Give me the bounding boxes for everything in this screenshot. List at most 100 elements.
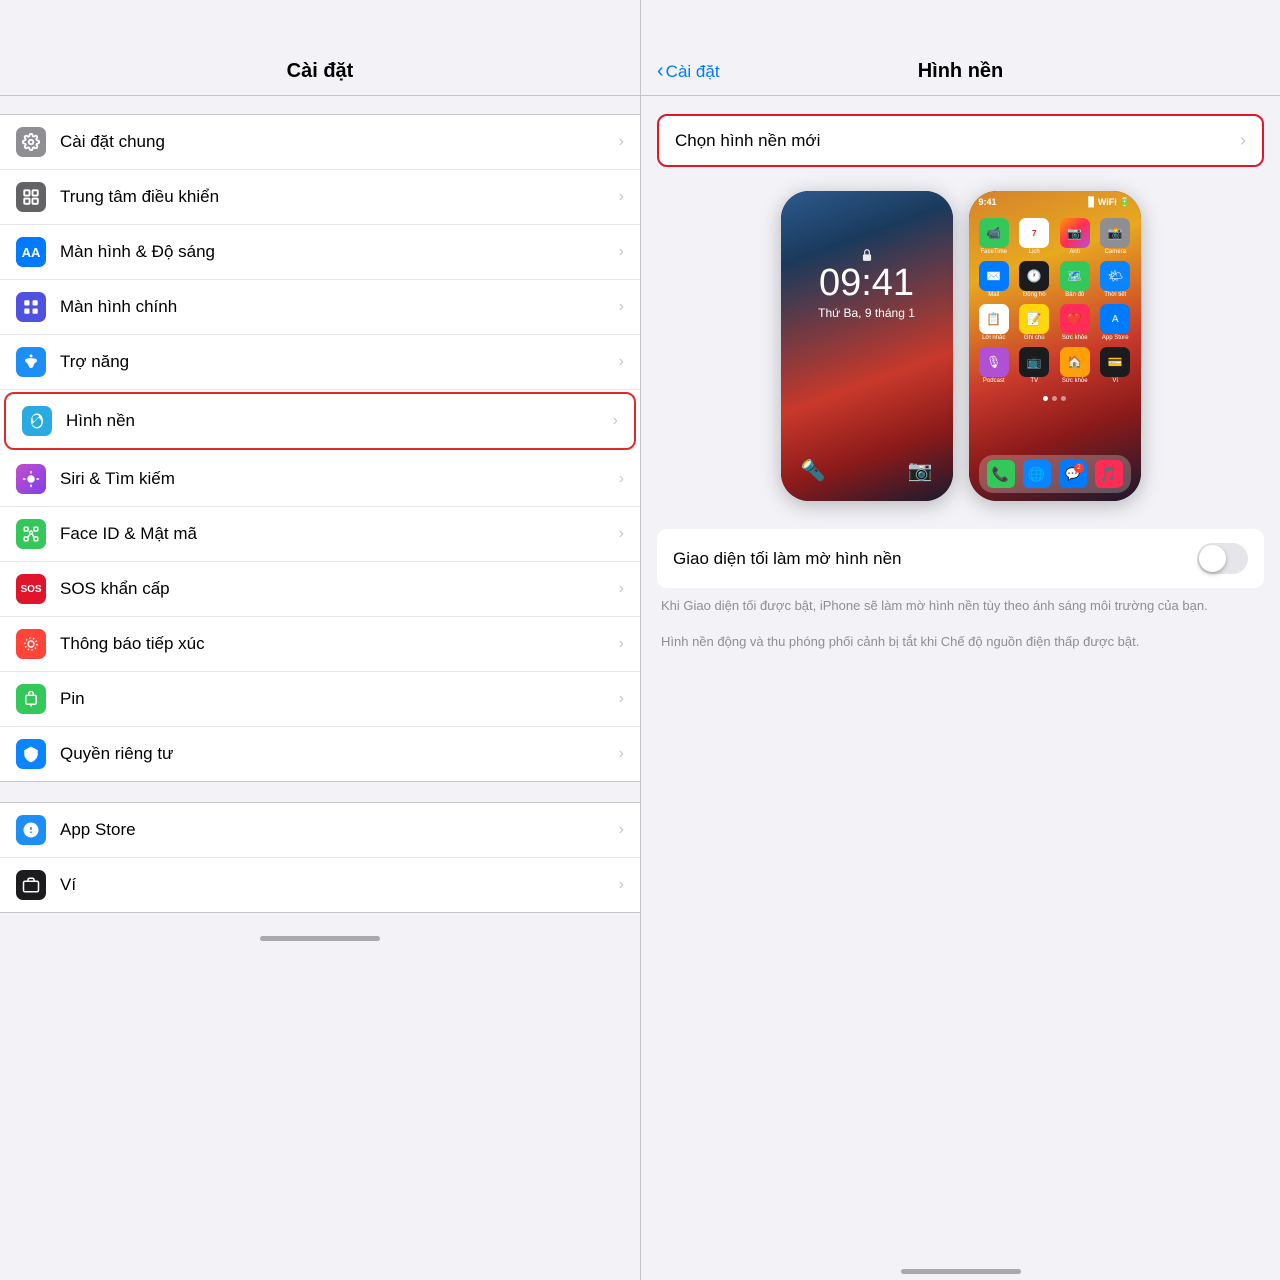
settings-item-tro-nang[interactable]: Trợ năng › — [0, 335, 640, 390]
chevron-app-store: › — [619, 821, 624, 839]
right-content: Chọn hình nền mới › 09:41 Thứ Ba, 9 thán… — [641, 96, 1280, 1246]
app-icon-tv: 📺 — [1019, 347, 1049, 377]
settings-group-1: Cài đặt chung › Trung tâm điều khiển › A… — [0, 114, 640, 782]
dot-3 — [1061, 396, 1066, 401]
lockscreen-date: Thứ Ba, 9 tháng 1 — [781, 306, 953, 320]
app-icon-photos: 📷 — [1060, 218, 1090, 248]
app-grid: 📹 FaceTime 7 Lịch 📷 Ảnh — [969, 212, 1141, 390]
chevron-vi: › — [619, 876, 624, 894]
settings-item-man-hinh-do-sang[interactable]: AA Màn hình & Độ sáng › — [0, 225, 640, 280]
app-icon-mail: ✉️ — [979, 261, 1009, 291]
status-icons: ▊ WiFi 🔋 — [1088, 197, 1130, 208]
settings-item-trung-tam[interactable]: Trung tâm điều khiển › — [0, 170, 640, 225]
app-wallet-home: 💳 Ví — [1098, 347, 1133, 384]
back-button[interactable]: ‹ Cài đặt — [657, 60, 720, 83]
settings-item-man-hinh-chinh[interactable]: Màn hình chính › — [0, 280, 640, 335]
icon-siri — [16, 464, 46, 494]
settings-item-thong-bao[interactable]: Thông báo tiếp xúc › — [0, 617, 640, 672]
description-1: Khi Giao diện tối được bật, iPhone sẽ là… — [657, 596, 1264, 616]
app-calendar: 7 Lịch — [1017, 218, 1052, 255]
dot-1 — [1043, 396, 1048, 401]
homescreen-screen: 9:41 ▊ WiFi 🔋 📹 FaceTime 7 — [969, 191, 1141, 501]
label-face-id: Face ID & Mật mã — [60, 524, 611, 544]
app-dock: 📞 🌐 💬 2 🎵 — [979, 455, 1131, 493]
icon-man-hinh-chinh — [16, 292, 46, 322]
description-2: Hình nền động và thu phóng phối cảnh bị … — [657, 632, 1264, 652]
app-icon-home: 🏠 — [1060, 347, 1090, 377]
right-header: ‹ Cài đặt Hình nền — [641, 0, 1280, 96]
home-indicator-left — [260, 936, 380, 941]
back-label: Cài đặt — [666, 62, 720, 82]
app-appstore-home: A App Store — [1098, 304, 1133, 341]
chevron-face-id: › — [619, 525, 624, 543]
app-podcasts: 🎙 Podcast — [977, 347, 1012, 384]
settings-item-app-store[interactable]: App Store › — [0, 803, 640, 858]
label-cai-dat-chung: Cài đặt chung — [60, 132, 611, 152]
app-mail: ✉️ Mail — [977, 261, 1012, 298]
app-icon-podcasts: 🎙 — [979, 347, 1009, 377]
chevron-thong-bao: › — [619, 635, 624, 653]
chevron-siri: › — [619, 470, 624, 488]
choose-wallpaper-label: Chọn hình nền mới — [675, 131, 820, 151]
chevron-hinh-nen: › — [613, 412, 618, 430]
right-home-indicator — [641, 1246, 1280, 1280]
dock-safari: 🌐 — [1023, 460, 1051, 488]
dark-mode-blur-toggle-row: Giao diện tối làm mờ hình nền — [657, 529, 1264, 588]
choose-wallpaper-row[interactable]: Chọn hình nền mới › — [657, 114, 1264, 167]
app-home: 🏠 Sức khỏe — [1058, 347, 1093, 384]
chevron-pin: › — [619, 690, 624, 708]
app-icon-maps: 🗺️ — [1060, 261, 1090, 291]
app-icon-health: ❤️ — [1060, 304, 1090, 334]
left-header: Cài đặt — [0, 0, 640, 96]
settings-item-hinh-nen[interactable]: Hình nền › — [4, 392, 636, 450]
chevron-quyen-rieng-tu: › — [619, 745, 624, 763]
settings-item-cai-dat-chung[interactable]: Cài đặt chung › — [0, 115, 640, 170]
settings-item-siri[interactable]: Siri & Tìm kiếm › — [0, 452, 640, 507]
icon-tro-nang — [16, 347, 46, 377]
app-reminders: 📋 Lời nhắc — [977, 304, 1012, 341]
label-man-hinh-chinh: Màn hình chính — [60, 297, 611, 317]
icon-hinh-nen — [22, 406, 52, 436]
app-facetime: 📹 FaceTime — [977, 218, 1012, 255]
app-clock: 🕐 Đồng hồ — [1017, 261, 1052, 298]
settings-item-face-id[interactable]: Face ID & Mật mã › — [0, 507, 640, 562]
page-dots — [969, 396, 1141, 401]
app-icon-wallet-home: 💳 — [1100, 347, 1130, 377]
label-hinh-nen: Hình nền — [66, 411, 605, 431]
homescreen-statusbar: 9:41 ▊ WiFi 🔋 — [969, 191, 1141, 208]
icon-gear — [16, 127, 46, 157]
label-sos: SOS khẩn cấp — [60, 579, 611, 599]
settings-item-pin[interactable]: Pin › — [0, 672, 640, 727]
label-trung-tam: Trung tâm điều khiển — [60, 187, 611, 207]
chevron-tro-nang: › — [619, 353, 624, 371]
dock-phone: 📞 — [987, 460, 1015, 488]
toggle-knob — [1199, 545, 1226, 572]
icon-sos: SOS — [16, 574, 46, 604]
app-icon-camera: 📸 — [1100, 218, 1130, 248]
chevron-man-hinh-do-sang: › — [619, 243, 624, 261]
lockscreen-mockup: 09:41 Thứ Ba, 9 tháng 1 🔦 📷 — [781, 191, 953, 501]
dark-mode-blur-toggle[interactable] — [1197, 543, 1248, 574]
app-icon-facetime: 📹 — [979, 218, 1009, 248]
camera-icon: 📷 — [908, 458, 933, 483]
lockscreen-time-display: 09:41 Thứ Ba, 9 tháng 1 — [781, 246, 953, 320]
app-notes: 📝 Ghi chú — [1017, 304, 1052, 341]
chevron-man-hinh-chinh: › — [619, 298, 624, 316]
settings-item-sos[interactable]: SOS SOS khẩn cấp › — [0, 562, 640, 617]
choose-wallpaper-chevron: › — [1240, 130, 1246, 151]
chevron-trung-tam: › — [619, 188, 624, 206]
chevron-cai-dat-chung: › — [619, 133, 624, 151]
dot-2 — [1052, 396, 1057, 401]
label-app-store: App Store — [60, 820, 611, 840]
home-indicator-right — [901, 1269, 1021, 1274]
dark-mode-blur-label: Giao diện tối làm mờ hình nền — [673, 549, 1197, 569]
dock-music: 🎵 — [1095, 460, 1123, 488]
label-pin: Pin — [60, 689, 611, 709]
icon-thong-bao — [16, 629, 46, 659]
settings-item-vi[interactable]: Ví › — [0, 858, 640, 912]
app-icon-clock: 🕐 — [1019, 261, 1049, 291]
settings-item-quyen-rieng-tu[interactable]: Quyền riêng tư › — [0, 727, 640, 781]
lockscreen-bottom-bar: 🔦 📷 — [781, 458, 953, 483]
icon-trung-tam — [16, 182, 46, 212]
left-panel: Cài đặt Cài đặt chung › Trung tâm điều k… — [0, 0, 640, 1280]
